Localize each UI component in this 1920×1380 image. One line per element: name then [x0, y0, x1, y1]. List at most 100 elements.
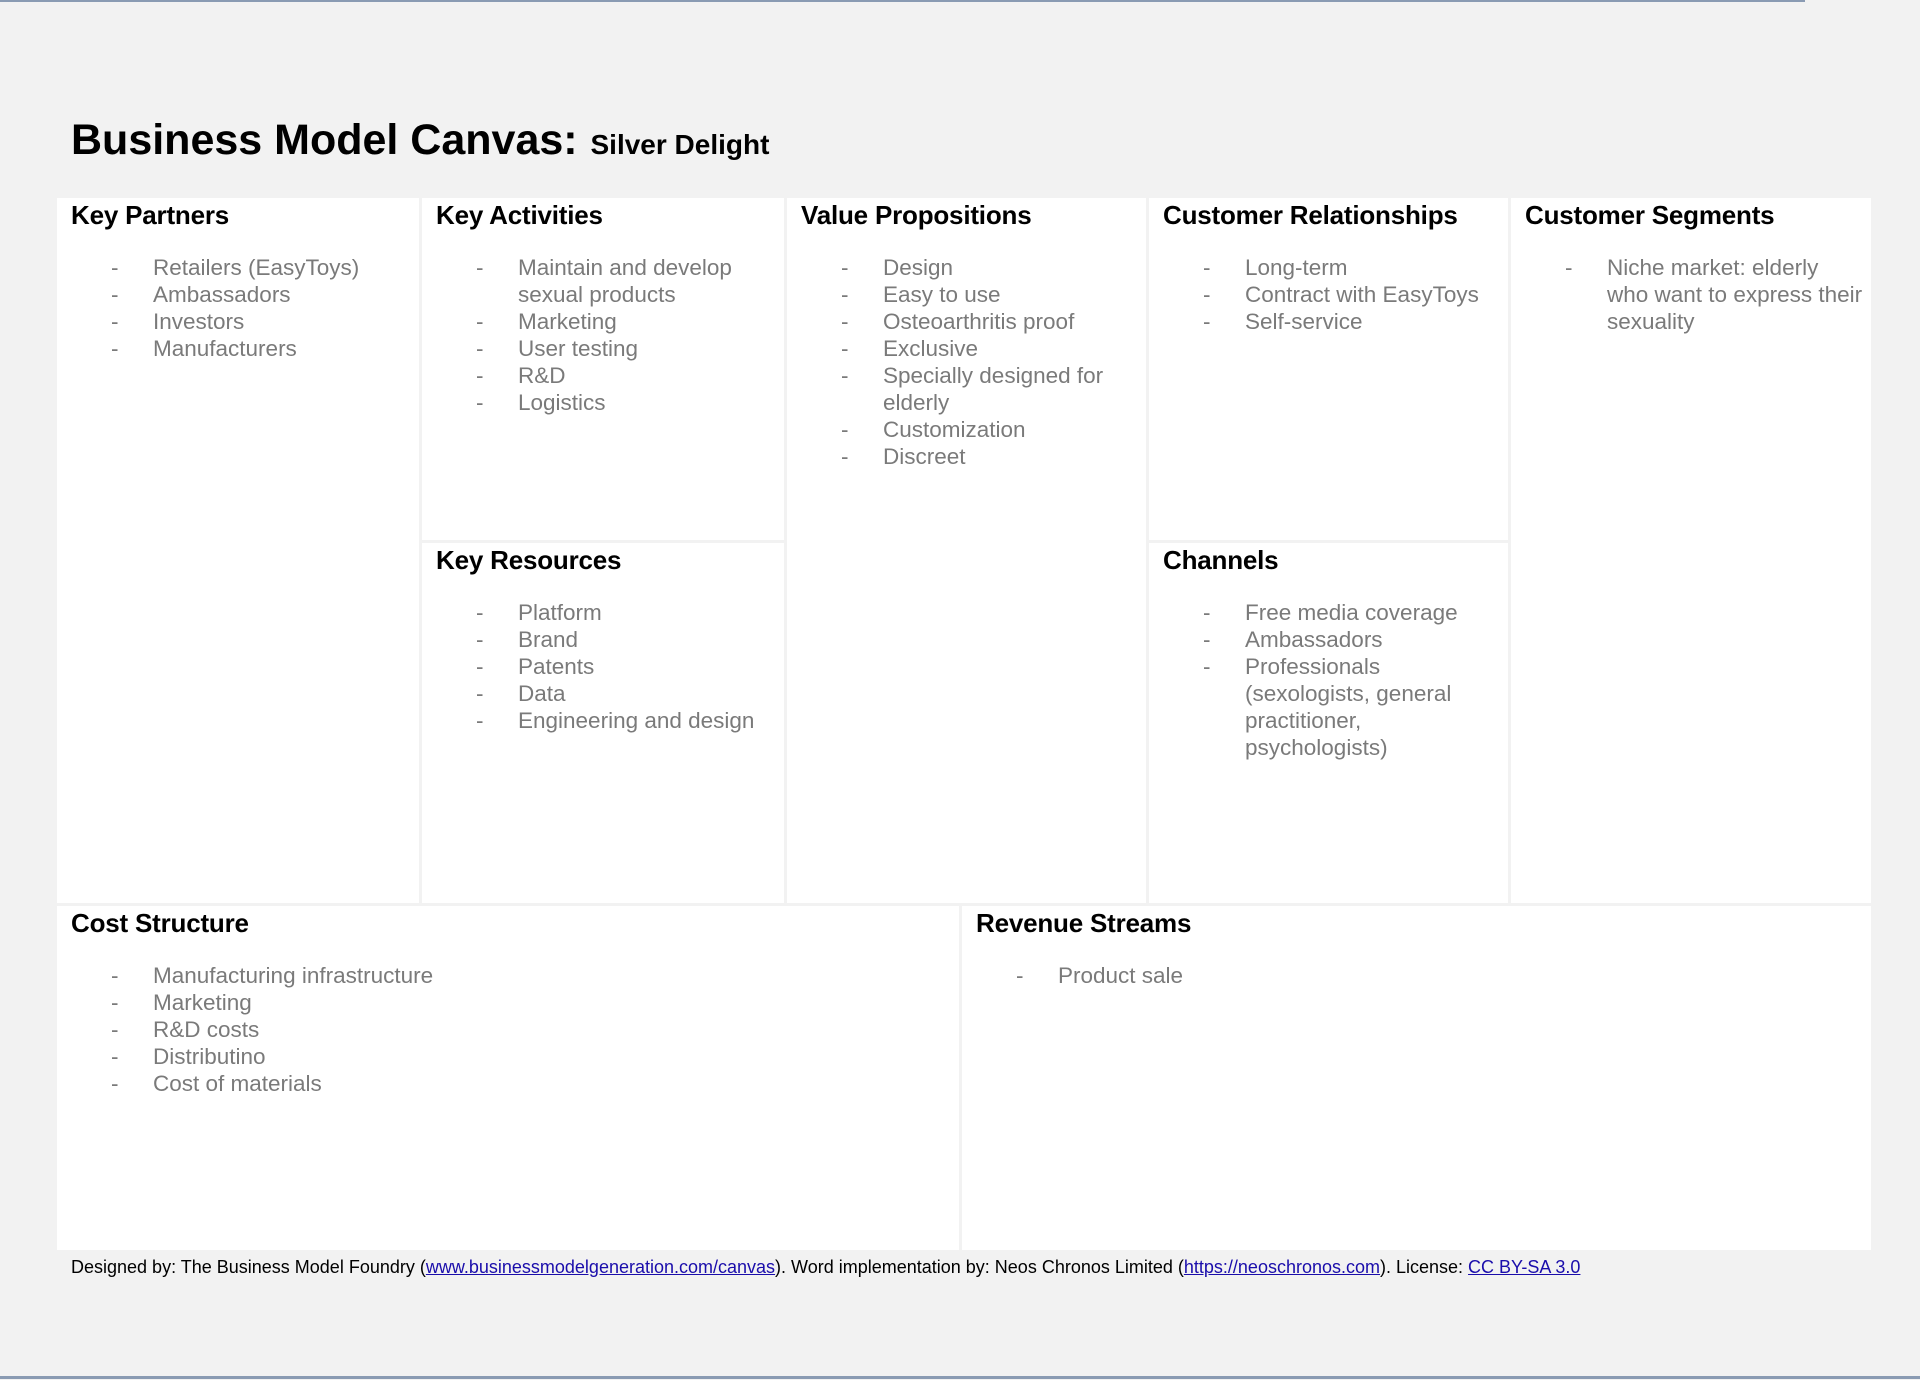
list-item-text: Easy to use — [883, 282, 1001, 307]
list-item: - Exclusive — [841, 335, 1138, 362]
list-item-text: Ambassadors — [1245, 627, 1383, 652]
bullet-dash: - — [841, 255, 849, 280]
bullet-dash: - — [111, 990, 119, 1015]
bullet-dash: - — [1203, 627, 1211, 652]
list-item: - Data — [476, 680, 776, 707]
list-item: - Distributino — [111, 1043, 951, 1070]
item-list: - Free media coverage - Ambassadors - Profess… — [1203, 599, 1500, 761]
list-item: - Discreet — [841, 443, 1138, 470]
list-item: - Long-term — [1203, 254, 1500, 281]
block-cost-structure: Cost Structure - Manufacturing infrastruc… — [57, 906, 959, 1250]
item-list: - Long-term - Contract with EasyToys - Self-s… — [1203, 254, 1500, 335]
block-heading: Key Activities — [436, 200, 603, 230]
list-item: - Ambassadors — [1203, 626, 1500, 653]
list-item-text: Retailers (EasyToys) — [153, 255, 360, 280]
business-model-canvas: Key Partners - Retailers (EasyToys) - Ambas… — [57, 198, 1871, 1250]
list-item: - Customization — [841, 416, 1138, 443]
list-item: - Design — [841, 254, 1138, 281]
list-item-text: Logistics — [518, 390, 606, 415]
list-item: - Brand — [476, 626, 776, 653]
item-list: - Retailers (EasyToys) - Ambassadors - Invest… — [111, 254, 411, 362]
list-item: - Professionals (sexologists, general pra… — [1203, 653, 1500, 761]
list-item-text: Free media coverage — [1245, 600, 1458, 625]
list-item-text: Product sale — [1058, 963, 1184, 988]
list-item-text: Distributino — [153, 1044, 266, 1069]
list-item-text: Manufacturers — [153, 336, 297, 361]
list-item-text: R&D costs — [153, 1017, 260, 1042]
bullet-dash: - — [476, 708, 484, 733]
list-item-text: User testing — [518, 336, 639, 361]
list-item: - Retailers (EasyToys) — [111, 254, 411, 281]
list-item: - Maintain and develop sexual products — [476, 254, 776, 308]
block-heading: Value Propositions — [801, 200, 1032, 230]
list-item-text: Design — [883, 255, 954, 280]
list-item: - Niche market: elderly who want to expre… — [1565, 254, 1863, 335]
bullet-dash: - — [111, 963, 119, 988]
footer-link-canvas[interactable]: www.businessmodelgeneration.com/canvas — [426, 1257, 775, 1277]
bullet-dash: - — [1203, 309, 1211, 334]
list-item: - Ambassadors — [111, 281, 411, 308]
block-key-resources: Key Resources - Platform - Brand - Patents - Da… — [422, 543, 784, 903]
block-value-propositions: Value Propositions - Design - Easy to use - O… — [787, 198, 1146, 903]
list-item: - Easy to use — [841, 281, 1138, 308]
bullet-dash: - — [1016, 963, 1024, 988]
list-item-text: Patents — [518, 654, 595, 679]
list-item-text: Engineering and design — [518, 708, 755, 733]
list-item: - Marketing — [111, 989, 951, 1016]
list-item: - Cost of materials — [111, 1070, 951, 1097]
bullet-dash: - — [111, 1017, 119, 1042]
bullet-dash: - — [111, 336, 119, 361]
item-list: - Niche market: elderly who want to expre… — [1565, 254, 1863, 335]
footer-text: ). License: — [1380, 1257, 1469, 1277]
bullet-dash: - — [476, 390, 484, 415]
bullet-dash: - — [476, 600, 484, 625]
footer-link-neoschronos[interactable]: https://neoschronos.com — [1184, 1257, 1380, 1277]
bottom-border-line — [0, 1376, 1920, 1379]
list-item: - Manufacturers — [111, 335, 411, 362]
list-item: - Marketing — [476, 308, 776, 335]
block-heading: Key Partners — [71, 200, 230, 230]
footer-text: Designed by: The Business Model Foundry … — [71, 1257, 426, 1277]
list-item-text: Maintain and develop sexual products — [518, 255, 732, 307]
bullet-dash: - — [841, 336, 849, 361]
list-item-text: Exclusive — [883, 336, 979, 361]
footer-text: ). Word implementation by: Neos Chronos … — [775, 1257, 1184, 1277]
block-heading: Cost Structure — [71, 908, 249, 938]
list-item-text: Discreet — [883, 444, 966, 469]
block-key-activities: Key Activities - Maintain and develop sex… — [422, 198, 784, 540]
bullet-dash: - — [841, 444, 849, 469]
block-heading: Revenue Streams — [976, 908, 1192, 938]
list-item: - R&D — [476, 362, 776, 389]
list-item-text: Brand — [518, 627, 579, 652]
block-customer-segments: Customer Segments - Niche market: elderly… — [1511, 198, 1871, 903]
list-item: - Logistics — [476, 389, 776, 416]
title-subtitle: Silver Delight — [590, 129, 770, 160]
list-item-text: Professionals (sexologists, general prac… — [1245, 654, 1452, 760]
bullet-dash: - — [1203, 255, 1211, 280]
list-item-text: Marketing — [153, 990, 252, 1015]
block-heading: Customer Relationships — [1163, 200, 1458, 230]
footer-link-license[interactable]: CC BY-SA 3.0 — [1468, 1257, 1580, 1277]
list-item-text: Self-service — [1245, 309, 1363, 334]
list-item-text: Cost of materials — [153, 1071, 322, 1096]
list-item-text: Contract with EasyToys — [1245, 282, 1479, 307]
block-revenue-streams: Revenue Streams - Product sale — [962, 906, 1871, 1250]
list-item-text: Marketing — [518, 309, 617, 334]
bullet-dash: - — [1203, 654, 1211, 679]
bullet-dash: - — [1203, 282, 1211, 307]
list-item: - Engineering and design — [476, 707, 776, 734]
bullet-dash: - — [841, 282, 849, 307]
block-channels: Channels - Free media coverage - Ambassador… — [1149, 543, 1508, 903]
bullet-dash: - — [476, 309, 484, 334]
list-item: - Manufacturing infrastructure — [111, 962, 951, 989]
list-item-text: Ambassadors — [153, 282, 291, 307]
list-item-text: Platform — [518, 600, 602, 625]
bullet-dash: - — [476, 681, 484, 706]
list-item: - User testing — [476, 335, 776, 362]
item-list: - Product sale — [1016, 962, 1863, 989]
bullet-dash: - — [476, 627, 484, 652]
bullet-dash: - — [1203, 600, 1211, 625]
footer-credits: Designed by: The Business Model Foundry … — [71, 1257, 1580, 1278]
list-item: - Osteoarthritis proof — [841, 308, 1138, 335]
page-title: Business Model Canvas: Silver Delight — [71, 116, 769, 165]
